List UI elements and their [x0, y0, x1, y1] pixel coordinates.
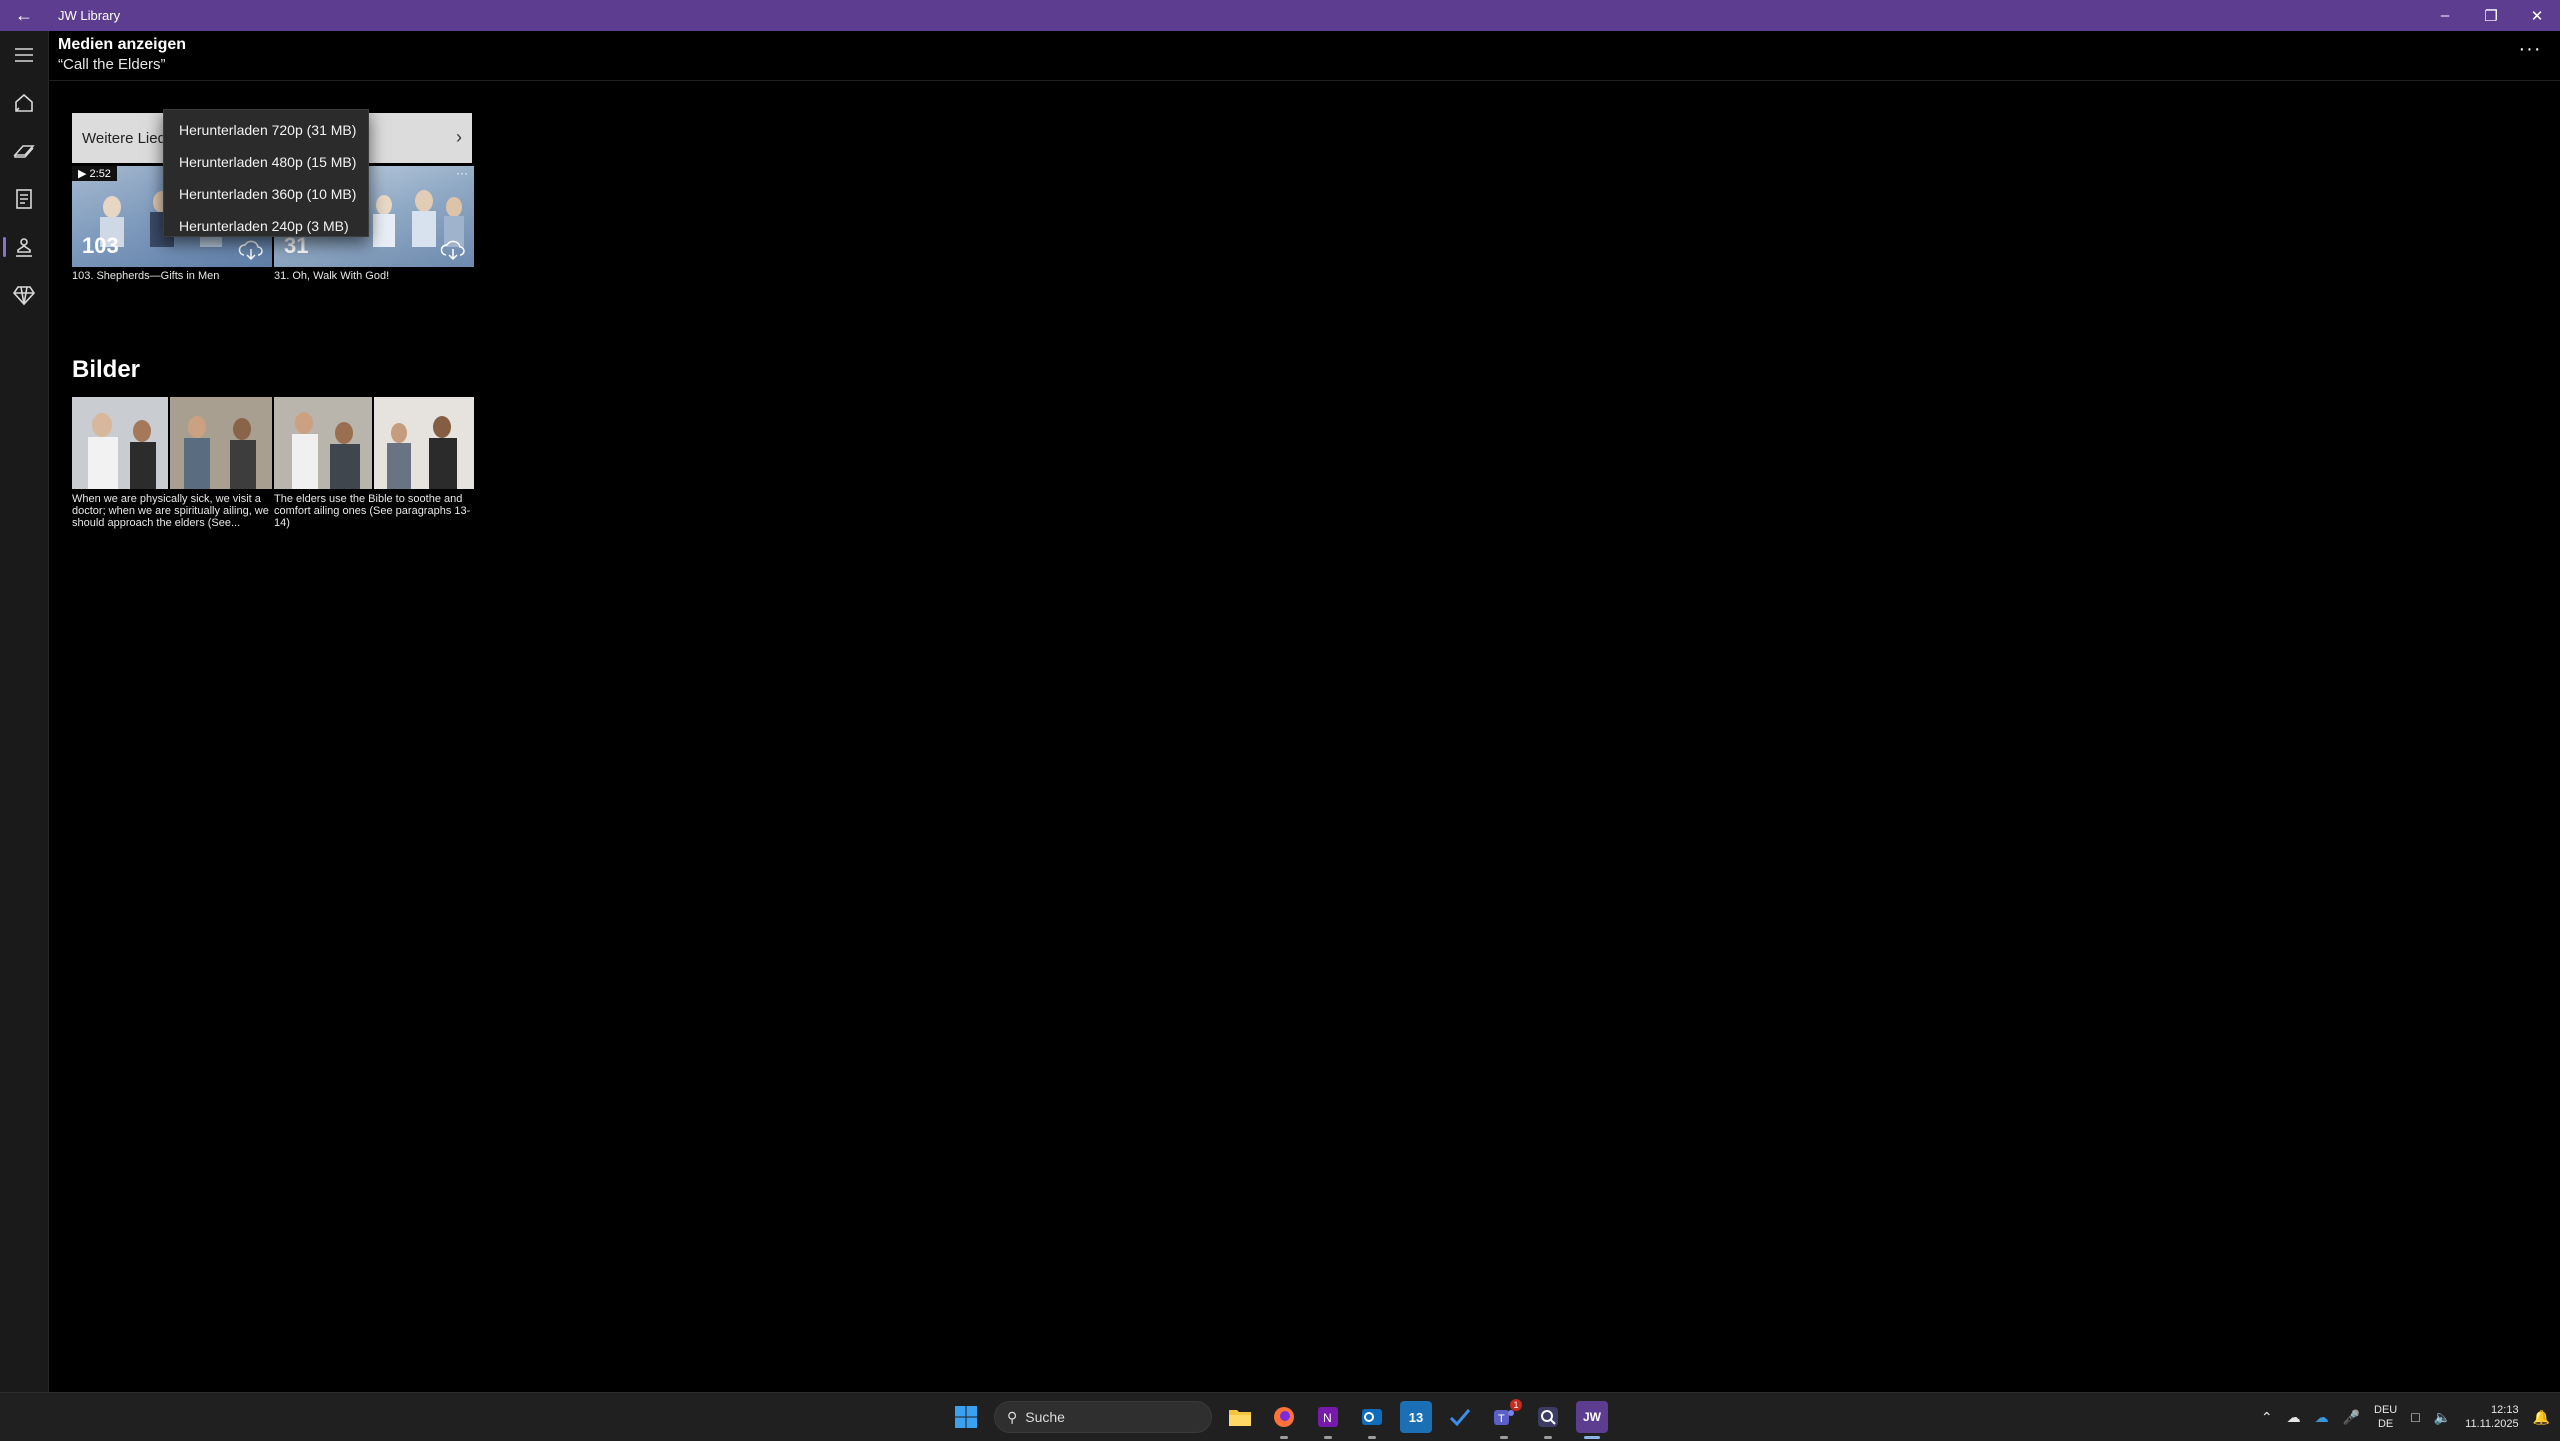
file-explorer-icon[interactable]: [1224, 1401, 1256, 1433]
page-title: Medien anzeigen: [58, 36, 187, 53]
jw-library-icon[interactable]: JW: [1576, 1401, 1608, 1439]
svg-text:T: T: [1498, 1413, 1505, 1425]
close-icon[interactable]: ✕: [2514, 0, 2560, 31]
bible-icon[interactable]: [0, 127, 48, 175]
teams-icon[interactable]: T 1: [1488, 1399, 1522, 1439]
volume-icon[interactable]: 🔈: [2434, 1409, 2451, 1426]
image-thumbnail: [72, 397, 272, 489]
download-quality-menu: Herunterladen 720p (31 MB) Herunterladen…: [163, 109, 369, 237]
cloud-icon[interactable]: ☁: [2287, 1409, 2301, 1426]
download-360p-item[interactable]: Herunterladen 360p (10 MB): [164, 178, 368, 210]
taskbar-search-box[interactable]: ⚲ Suche: [994, 1401, 1212, 1433]
hamburger-icon[interactable]: [0, 31, 48, 79]
clock[interactable]: 12:13 11.11.2025: [2465, 1403, 2518, 1431]
cloud-download-icon[interactable]: [238, 239, 264, 261]
jw-label: JW: [1583, 1410, 1601, 1424]
language-code: DEU: [2374, 1404, 2398, 1416]
video-menu-icon[interactable]: ···: [456, 166, 468, 180]
download-480p-item[interactable]: Herunterladen 480p (15 MB): [164, 146, 368, 178]
notification-bell-icon[interactable]: 🔔: [2533, 1409, 2550, 1426]
home-icon[interactable]: [0, 79, 48, 127]
page-header: Medien anzeigen “Call the Elders”: [58, 36, 186, 73]
search-icon: ⚲: [1007, 1408, 1018, 1425]
app-title: JW Library: [58, 8, 121, 23]
title-bar: ← JW Library – ❐ ✕: [0, 0, 2560, 31]
onedrive-icon[interactable]: ☁: [2315, 1409, 2329, 1426]
publications-icon[interactable]: [0, 175, 48, 223]
back-arrow-icon[interactable]: ←: [0, 0, 48, 31]
image-tile[interactable]: [274, 397, 474, 489]
download-240p-item[interactable]: Herunterladen 240p (3 MB): [164, 210, 368, 242]
windows-taskbar: ⚲ Suche N 13 T 1 JW ⌃ ☁ ☁ 🎤 DEU DE □ 🔈 1…: [0, 1392, 2560, 1441]
more-options-button[interactable]: ···: [2510, 38, 2550, 70]
download-720p-item[interactable]: Herunterladen 720p (31 MB): [164, 114, 368, 146]
microphone-icon[interactable]: 🎤: [2343, 1409, 2360, 1426]
video-caption: 31. Oh, Walk With God!: [274, 270, 390, 282]
firefox-icon[interactable]: [1268, 1401, 1300, 1439]
chevron-right-icon: ›: [456, 127, 462, 147]
network-icon[interactable]: □: [2411, 1409, 2419, 1425]
outlook-icon[interactable]: [1356, 1401, 1388, 1439]
video-duration: ▶ 2:52: [72, 166, 117, 181]
calendar-icon[interactable]: 13: [1400, 1401, 1432, 1433]
images-section-title: Bilder: [72, 356, 141, 383]
search-placeholder: Suche: [1025, 1409, 1065, 1425]
page-subtitle: “Call the Elders”: [58, 56, 166, 73]
cloud-download-icon[interactable]: [440, 239, 466, 261]
input-language-indicator[interactable]: DEU DE: [2374, 1403, 2397, 1431]
onenote-icon[interactable]: N: [1312, 1401, 1344, 1439]
clock-time: 12:13: [2491, 1404, 2519, 1416]
image-thumbnail: [274, 397, 474, 489]
header-divider: [48, 80, 2560, 81]
minimize-icon[interactable]: –: [2422, 0, 2468, 31]
image-tile[interactable]: [72, 397, 272, 489]
svg-text:N: N: [1323, 1411, 1332, 1425]
windows-start-icon[interactable]: [950, 1401, 982, 1433]
video-number: 103: [82, 233, 119, 258]
chevron-up-icon[interactable]: ⌃: [2261, 1409, 2273, 1426]
restore-icon[interactable]: ❐: [2468, 0, 2514, 31]
todo-icon[interactable]: [1444, 1401, 1476, 1433]
image-caption: The elders use the Bible to soothe and c…: [274, 493, 471, 529]
sidebar: [0, 31, 49, 1392]
calendar-day: 13: [1408, 1409, 1424, 1425]
keyboard-code: DE: [2377, 1418, 2394, 1430]
gem-icon[interactable]: [0, 271, 48, 319]
meetings-icon[interactable]: [0, 223, 48, 271]
search-app-icon[interactable]: [1532, 1401, 1564, 1439]
video-caption: 103. Shepherds—Gifts in Men: [72, 270, 220, 282]
clock-date: 11.11.2025: [2465, 1418, 2519, 1430]
notification-badge: 1: [1510, 1399, 1522, 1411]
image-caption: When we are physically sick, we visit a …: [72, 493, 269, 529]
